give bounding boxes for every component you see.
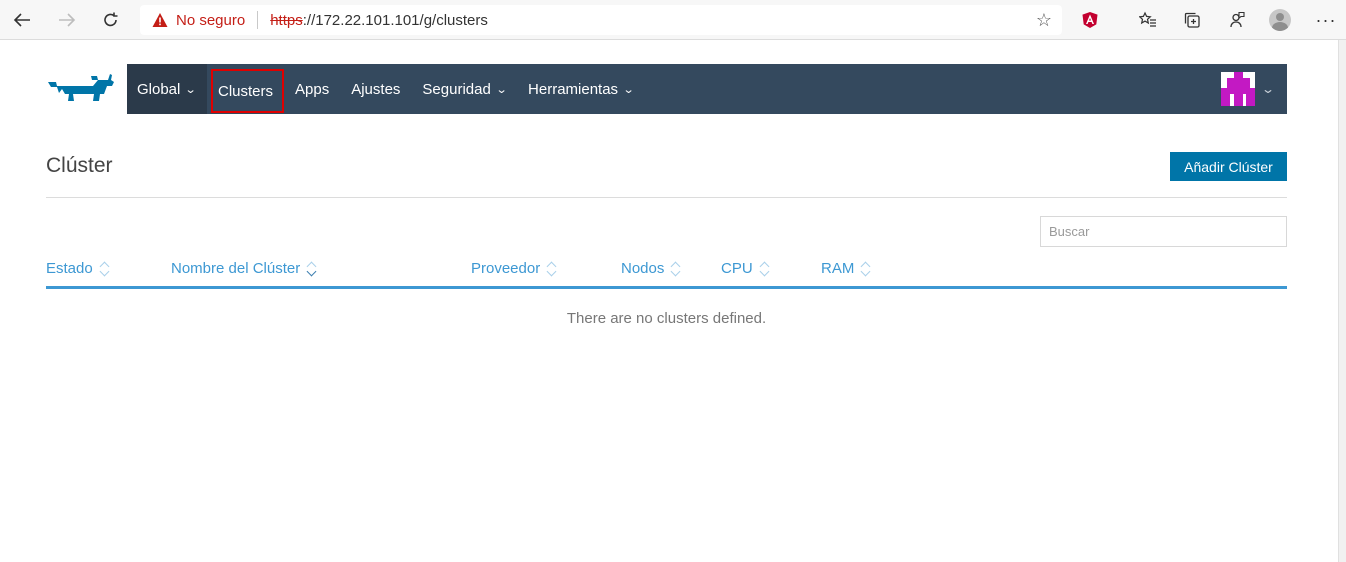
nav-label-ajustes: Ajustes: [351, 80, 401, 98]
url-path: ://172.22.101.101/g/clusters: [302, 11, 488, 29]
profile-icon[interactable]: [1268, 8, 1292, 32]
nav-item-ajustes[interactable]: Ajustes: [340, 64, 411, 114]
more-icon[interactable]: ···: [1314, 8, 1338, 32]
column-label: Nodos: [621, 260, 665, 277]
address-bar[interactable]: No seguro https://172.22.101.101/g/clust…: [140, 5, 1062, 35]
sort-icon: [546, 261, 557, 276]
nav-item-apps[interactable]: Apps: [284, 64, 340, 114]
column-header-cpu[interactable]: CPU: [721, 260, 770, 277]
column-label: Nombre del Clúster: [171, 260, 301, 277]
nav-item-seguridad[interactable]: Seguridad ⌄: [411, 64, 517, 114]
sort-icon: [670, 261, 681, 276]
user-avatar: [1220, 72, 1255, 106]
collections-icon[interactable]: [1180, 8, 1204, 32]
column-header-nodos[interactable]: Nodos: [621, 260, 681, 277]
search-input[interactable]: [1040, 216, 1287, 247]
nav-label-herramientas: Herramientas: [528, 80, 619, 98]
column-label: CPU: [721, 260, 753, 277]
empty-table-message: There are no clusters defined.: [566, 310, 767, 327]
nav-label-apps: Apps: [295, 80, 330, 98]
nav-item-herramientas[interactable]: Herramientas ⌄: [517, 64, 644, 114]
column-header-nombre[interactable]: Nombre del Clúster: [171, 260, 317, 277]
sort-icon: [860, 261, 871, 276]
sort-icon: [759, 261, 770, 276]
url-scheme: https: [270, 11, 303, 29]
nav-label-seguridad: Seguridad: [422, 80, 491, 98]
column-header-proveedor[interactable]: Proveedor: [471, 260, 557, 277]
column-label: RAM: [821, 260, 855, 277]
chevron-down-icon: ⌄: [1260, 82, 1276, 96]
nav-item-clusters[interactable]: Clusters: [211, 69, 285, 113]
favorites-icon[interactable]: [1136, 8, 1160, 32]
forward-icon[interactable]: [54, 8, 80, 32]
column-label: Estado: [46, 260, 93, 277]
global-label: Global: [137, 80, 181, 98]
angular-extension-icon[interactable]: [1078, 8, 1102, 32]
favorite-star-icon[interactable]: ☆: [1036, 10, 1052, 31]
title-divider: [46, 197, 1287, 198]
rancher-logo-icon[interactable]: [46, 70, 116, 108]
refresh-icon[interactable]: [98, 8, 124, 32]
chevron-down-icon: ⌄: [184, 83, 197, 96]
sort-descending-icon: [306, 261, 317, 276]
security-status[interactable]: No seguro: [176, 12, 245, 29]
back-icon[interactable]: [9, 8, 35, 32]
chevron-down-icon: ⌄: [622, 83, 635, 96]
chevron-down-icon: ⌄: [495, 83, 508, 96]
page-title: Clúster: [46, 154, 113, 177]
browser-toolbar: No seguro https://172.22.101.101/g/clust…: [0, 0, 1346, 40]
global-menu[interactable]: Global ⌄: [127, 64, 207, 114]
nav-label-clusters: Clusters: [218, 82, 274, 100]
profile-avatar: [1269, 9, 1291, 31]
column-label: Proveedor: [471, 260, 541, 277]
column-header-ram[interactable]: RAM: [821, 260, 871, 277]
warning-icon: [152, 13, 168, 27]
address-divider: [257, 11, 259, 29]
table-header-rule: [46, 286, 1287, 289]
page-scrollbar[interactable]: [1338, 40, 1346, 562]
column-header-estado[interactable]: Estado: [46, 260, 110, 277]
main-navigation: Global ⌄ Clusters Apps Ajustes Seguridad…: [127, 64, 1287, 114]
user-menu[interactable]: ⌄: [1220, 64, 1287, 114]
sort-icon: [99, 261, 110, 276]
feedback-icon[interactable]: [1224, 8, 1248, 32]
add-cluster-button[interactable]: Añadir Clúster: [1170, 152, 1287, 181]
